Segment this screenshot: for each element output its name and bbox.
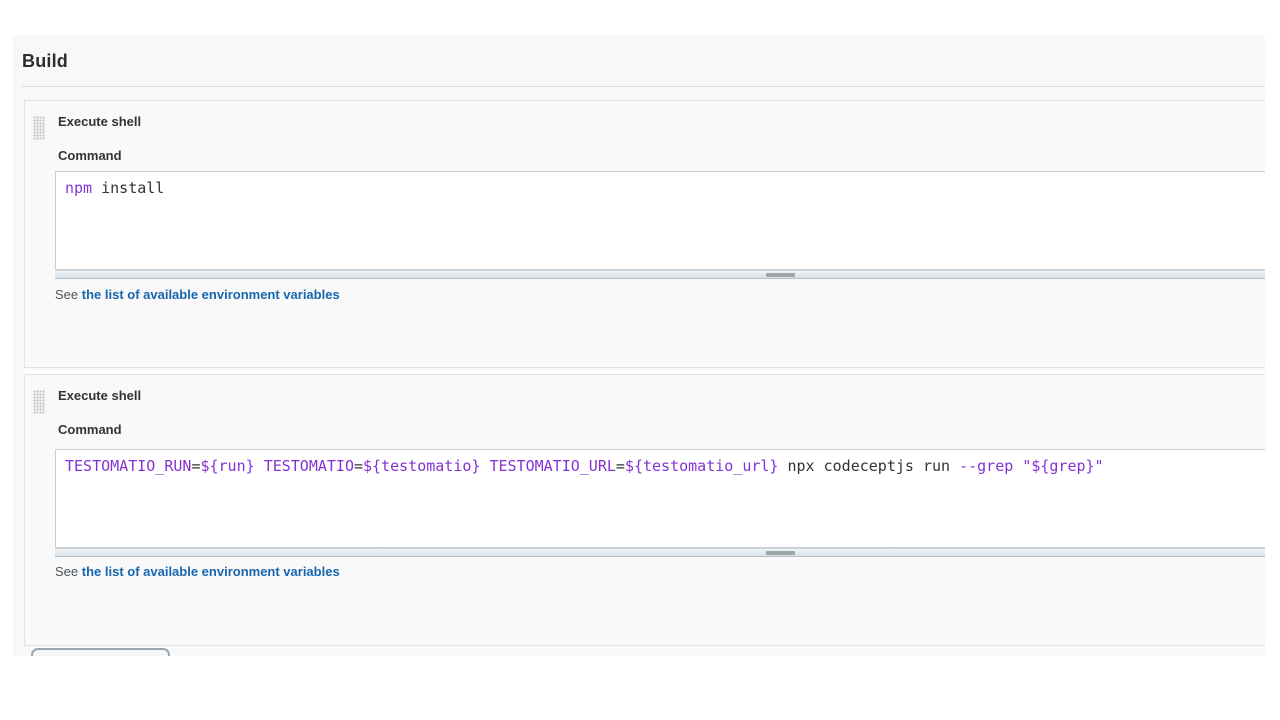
command-label: Command bbox=[58, 422, 122, 437]
command-editor[interactable]: npm install bbox=[55, 171, 1265, 270]
build-step-title: Execute shell bbox=[58, 388, 141, 403]
env-vars-help-prefix: See bbox=[55, 564, 82, 579]
build-step-card: Execute shell Command npm install See th… bbox=[24, 100, 1265, 368]
build-step-title: Execute shell bbox=[58, 114, 141, 129]
add-build-step-button[interactable] bbox=[31, 648, 170, 656]
build-config-panel: Build Execute shell Command npm install … bbox=[13, 35, 1265, 656]
env-vars-help: See the list of available environment va… bbox=[55, 564, 340, 579]
env-vars-link[interactable]: the list of available environment variab… bbox=[82, 287, 340, 302]
drag-handle-icon[interactable] bbox=[33, 116, 45, 140]
code-line: TESTOMATIO_RUN=${run} TESTOMATIO=${testo… bbox=[65, 457, 1265, 475]
env-vars-help-prefix: See bbox=[55, 287, 82, 302]
command-editor[interactable]: TESTOMATIO_RUN=${run} TESTOMATIO=${testo… bbox=[55, 449, 1265, 548]
build-step-card: Execute shell Command TESTOMATIO_RUN=${r… bbox=[24, 374, 1265, 646]
command-label: Command bbox=[58, 148, 122, 163]
env-vars-link[interactable]: the list of available environment variab… bbox=[82, 564, 340, 579]
resize-grip-icon bbox=[766, 273, 795, 277]
resize-grip-icon bbox=[766, 551, 795, 555]
code-line: npm install bbox=[65, 179, 1265, 197]
env-vars-help: See the list of available environment va… bbox=[55, 287, 340, 302]
page-title: Build bbox=[22, 51, 68, 72]
resize-handle[interactable] bbox=[55, 548, 1265, 557]
drag-handle-icon[interactable] bbox=[33, 390, 45, 414]
section-divider bbox=[22, 86, 1265, 87]
resize-handle[interactable] bbox=[55, 270, 1265, 279]
